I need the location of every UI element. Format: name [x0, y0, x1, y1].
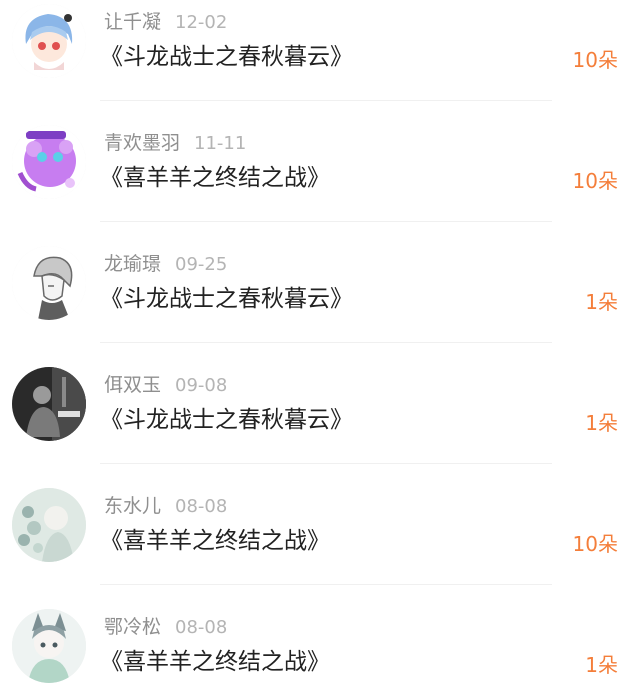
gift-meta: 鄂冷松 08-08	[104, 612, 227, 642]
user-name[interactable]: 龙瑜璟	[104, 253, 161, 275]
flower-count: 10朵	[572, 48, 618, 72]
row-divider	[100, 221, 552, 222]
gift-row[interactable]: 东水儿 08-08 《喜羊羊之终结之战》 10朵	[0, 484, 640, 605]
flower-count: 1朵	[585, 290, 618, 314]
user-name[interactable]: 鄂冷松	[104, 616, 161, 638]
book-title[interactable]: 《喜羊羊之终结之战》	[100, 642, 330, 682]
book-title[interactable]: 《喜羊羊之终结之战》	[100, 158, 330, 198]
book-title[interactable]: 《斗龙战士之春秋暮云》	[100, 37, 353, 77]
flower-count: 10朵	[572, 169, 618, 193]
user-name[interactable]: 青欢墨羽	[104, 132, 180, 154]
gift-meta: 东水儿 08-08	[104, 491, 227, 521]
gift-meta: 佴双玉 09-08	[104, 370, 227, 400]
gift-meta: 让千凝 12-02	[104, 7, 227, 37]
gift-row[interactable]: 让千凝 12-02 《斗龙战士之春秋暮云》 10朵	[0, 0, 640, 121]
flower-count: 10朵	[572, 532, 618, 556]
gift-date: 11-11	[194, 133, 247, 154]
gift-meta: 青欢墨羽 11-11	[104, 128, 246, 158]
gift-date: 08-08	[175, 496, 228, 517]
avatar[interactable]	[12, 125, 86, 199]
gift-row[interactable]: 龙瑜璟 09-25 《斗龙战士之春秋暮云》 1朵	[0, 242, 640, 363]
user-name[interactable]: 东水儿	[104, 495, 161, 517]
pastel-flower-girl-avatar	[12, 488, 86, 562]
monochrome-photo-avatar	[12, 367, 86, 441]
avatar[interactable]	[12, 609, 86, 683]
gift-date: 09-08	[175, 375, 228, 396]
flower-count: 1朵	[585, 653, 618, 677]
anime-girl-blue-hair-avatar	[12, 4, 86, 78]
avatar[interactable]	[12, 367, 86, 441]
row-divider	[100, 584, 552, 585]
gift-date: 08-08	[175, 617, 228, 638]
user-name[interactable]: 让千凝	[104, 11, 161, 33]
sketch-anime-boy-avatar	[12, 246, 86, 320]
purple-blob-creature-avatar	[12, 125, 86, 199]
gift-list: 让千凝 12-02 《斗龙战士之春秋暮云》 10朵 青欢墨羽 11-11 《喜羊羊之…	[0, 0, 640, 698]
gift-row[interactable]: 佴双玉 09-08 《斗龙战士之春秋暮云》 1朵	[0, 363, 640, 484]
book-title[interactable]: 《喜羊羊之终结之战》	[100, 521, 330, 561]
book-title[interactable]: 《斗龙战士之春秋暮云》	[100, 400, 353, 440]
avatar[interactable]	[12, 4, 86, 78]
gift-row[interactable]: 青欢墨羽 11-11 《喜羊羊之终结之战》 10朵	[0, 121, 640, 242]
flower-count: 1朵	[585, 411, 618, 435]
user-name[interactable]: 佴双玉	[104, 374, 161, 396]
book-title[interactable]: 《斗龙战士之春秋暮云》	[100, 279, 353, 319]
wolf-ear-girl-avatar	[12, 609, 86, 683]
gift-meta: 龙瑜璟 09-25	[104, 249, 227, 279]
gift-date: 12-02	[175, 12, 228, 33]
avatar[interactable]	[12, 246, 86, 320]
gift-row[interactable]: 鄂冷松 08-08 《喜羊羊之终结之战》 1朵	[0, 605, 640, 698]
row-divider	[100, 342, 552, 343]
gift-date: 09-25	[175, 254, 228, 275]
avatar[interactable]	[12, 488, 86, 562]
row-divider	[100, 100, 552, 101]
row-divider	[100, 463, 552, 464]
